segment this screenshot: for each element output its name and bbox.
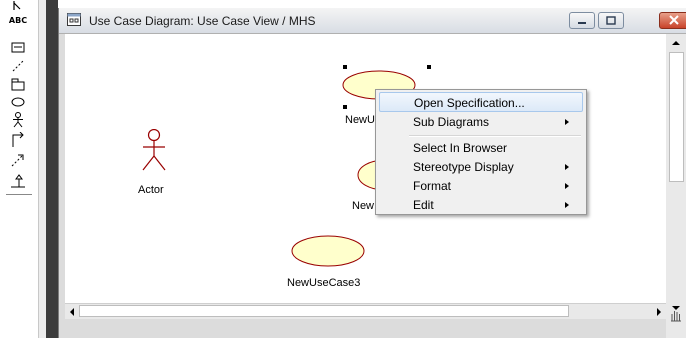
note-icon[interactable]	[7, 40, 29, 56]
toolbox-separator	[6, 194, 32, 195]
menu-item-format[interactable]: Format	[379, 176, 583, 196]
use-case-label-3: NewUseCase3	[287, 277, 361, 289]
selection-handle[interactable]	[343, 105, 347, 109]
menu-item-label: Open Specification...	[414, 96, 525, 110]
actor-figure[interactable]	[139, 129, 169, 173]
text-tool-label: ABC	[8, 15, 28, 25]
diagram-window: Use Case Diagram: Use Case View / MHS Ac…	[58, 8, 686, 338]
menu-item-label: Format	[413, 179, 452, 193]
window-titlebar[interactable]: Use Case Diagram: Use Case View / MHS	[59, 8, 686, 34]
scroll-up-icon[interactable]	[671, 39, 681, 47]
minimize-icon	[578, 22, 586, 24]
use-case-label-2: New	[352, 200, 375, 212]
menu-item-open-specification[interactable]: Open Specification...	[379, 92, 583, 112]
menu-item-label: Edit	[413, 198, 434, 212]
anchor-note-icon[interactable]	[7, 58, 29, 74]
splitter-bar[interactable]	[46, 0, 58, 338]
menu-item-label: Select In Browser	[413, 141, 508, 155]
use-case-label-1: NewU	[345, 114, 375, 126]
actor-icon[interactable]	[7, 112, 29, 128]
generalization-icon[interactable]	[7, 172, 29, 190]
menu-item-edit[interactable]: Edit	[379, 195, 583, 215]
window-title: Use Case Diagram: Use Case View / MHS	[89, 14, 316, 28]
maximize-icon	[606, 16, 616, 25]
submenu-arrow-icon	[565, 202, 569, 208]
menu-item-sub-diagrams[interactable]: Sub Diagrams	[379, 112, 583, 132]
package-icon[interactable]	[7, 76, 29, 92]
vertical-scrollbar[interactable]	[666, 34, 686, 318]
use-case-ellipse-3[interactable]	[290, 234, 370, 270]
context-menu: Open Specification... Sub Diagrams Selec…	[375, 89, 587, 215]
submenu-arrow-icon	[565, 183, 569, 189]
horizontal-scrollbar[interactable]	[65, 303, 666, 319]
dependency-icon[interactable]	[7, 152, 29, 168]
selection-handle[interactable]	[343, 65, 347, 69]
horizontal-scroll-thumb[interactable]	[79, 305, 569, 317]
close-button[interactable]	[659, 12, 686, 29]
text-tool-button[interactable]: ABC	[7, 12, 29, 28]
menu-item-label: Sub Diagrams	[413, 115, 490, 129]
close-icon	[669, 15, 679, 25]
diagram-window-icon	[67, 13, 81, 26]
submenu-arrow-icon	[565, 119, 569, 125]
minimize-button[interactable]	[569, 12, 595, 29]
maximize-button[interactable]	[598, 12, 624, 29]
size-grip[interactable]	[666, 311, 686, 338]
diagram-toolbox: ABC	[0, 0, 38, 338]
actor-label: Actor	[138, 184, 164, 196]
scroll-left-icon[interactable]	[68, 307, 76, 317]
pan-hand-icon	[671, 311, 681, 322]
selector-icon[interactable]	[7, 0, 29, 12]
submenu-arrow-icon	[565, 164, 569, 170]
selection-handle[interactable]	[427, 65, 431, 69]
menu-item-stereotype-display[interactable]: Stereotype Display	[379, 157, 583, 177]
scroll-right-icon[interactable]	[655, 307, 663, 317]
vertical-scroll-thumb[interactable]	[669, 52, 684, 182]
menu-item-select-in-browser[interactable]: Select In Browser	[379, 138, 583, 158]
use-case-icon[interactable]	[7, 94, 29, 110]
association-icon[interactable]	[7, 132, 29, 148]
menu-item-label: Stereotype Display	[413, 160, 514, 174]
menu-separator	[409, 135, 581, 137]
